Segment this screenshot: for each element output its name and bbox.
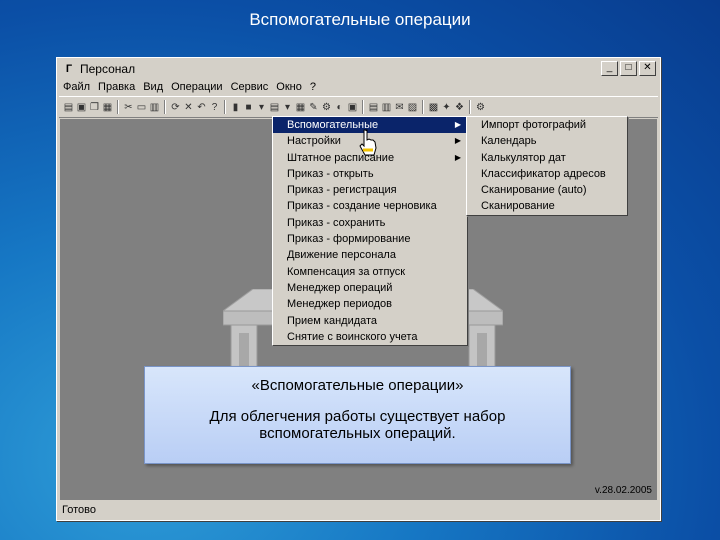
info-callout: «Вспомогательные операции» Для облегчени… [144, 366, 571, 464]
help-icon[interactable]: ? [209, 102, 220, 113]
title-bar[interactable]: Г Персонал _ □ ✕ [59, 60, 658, 78]
submenu-item-scan-auto[interactable]: Сканирование (auto) [467, 182, 627, 198]
toolbar-separator [469, 100, 471, 114]
menu-item-hire-candidate[interactable]: Прием кандидата [273, 313, 467, 329]
dropdown-icon[interactable]: ▾ [256, 102, 267, 113]
submenu-item-date-calculator[interactable]: Калькулятор дат [467, 150, 627, 166]
copy-icon[interactable]: ❐ [89, 102, 100, 113]
menu-item-periods-manager[interactable]: Менеджер периодов [273, 296, 467, 312]
submenu-item-photo-import[interactable]: Импорт фотографий [467, 117, 627, 133]
menu-item-order-save[interactable]: Приказ - сохранить [273, 215, 467, 231]
menu-item-order-form[interactable]: Приказ - формирование [273, 231, 467, 247]
menu-item-label: Настройки [287, 135, 341, 148]
tool-icon[interactable]: ▩ [428, 102, 439, 113]
close-button[interactable]: ✕ [639, 61, 656, 76]
status-bar: Готово [59, 502, 658, 518]
menu-item-vacation-compensation[interactable]: Компенсация за отпуск [273, 264, 467, 280]
paste-icon[interactable]: ▦ [102, 102, 113, 113]
info-body: Для облегчения работы существует набор в… [209, 408, 506, 442]
submenu-item-calendar[interactable]: Календарь [467, 133, 627, 149]
toolbar-separator [164, 100, 166, 114]
undo-icon[interactable]: ↶ [196, 102, 207, 113]
tool-icon[interactable]: ▦ [295, 102, 306, 113]
submenu-item-scan[interactable]: Сканирование [467, 198, 627, 214]
menu-help[interactable]: ? [306, 81, 320, 93]
tool-icon[interactable]: ■ [243, 102, 254, 113]
menu-window[interactable]: Окно [272, 81, 306, 93]
tool-icon[interactable]: ▨ [407, 102, 418, 113]
status-text: Готово [62, 504, 96, 516]
delete-icon[interactable]: ✕ [183, 102, 194, 113]
tool-icon[interactable]: ▣ [347, 102, 358, 113]
menu-item-operations-manager[interactable]: Менеджер операций [273, 280, 467, 296]
cut-icon[interactable]: ✂ [123, 102, 134, 113]
menu-view[interactable]: Вид [139, 81, 167, 93]
tool-icon[interactable]: ⚙ [321, 102, 332, 113]
window-controls: _ □ ✕ [601, 61, 656, 76]
tool-icon[interactable]: ❖ [454, 102, 465, 113]
toolbar-separator [422, 100, 424, 114]
toolbar-separator [362, 100, 364, 114]
toolbar-separator [117, 100, 119, 114]
submenu-item-address-classifier[interactable]: Классификатор адресов [467, 166, 627, 182]
version-label: v.28.02.2005 [594, 485, 652, 496]
menu-bar: Файл Правка Вид Операции Сервис Окно ? [59, 79, 658, 95]
tool-icon[interactable]: ▮ [230, 102, 241, 113]
minimize-button[interactable]: _ [601, 61, 618, 76]
app-icon: Г [65, 63, 73, 75]
paste-icon[interactable]: ▥ [149, 102, 160, 113]
slide-title: Вспомогательные операции [249, 10, 471, 29]
submenu-arrow-icon: ▶ [454, 152, 461, 162]
toolbar: ▤ ▣ ❐ ▦ ✂ ▭ ▥ ⟳ ✕ ↶ ? ▮ ■ ▾ ▤ ▾ ▦ ✎ ⚙ ◐ … [59, 96, 658, 118]
menu-edit[interactable]: Правка [94, 81, 139, 93]
menu-item-order-open[interactable]: Приказ - открыть [273, 166, 467, 182]
info-title: «Вспомогательные операции» [251, 377, 464, 394]
window-title: Персонал [80, 62, 136, 76]
maximize-button[interactable]: □ [620, 61, 637, 76]
dropdown-icon[interactable]: ▾ [282, 102, 293, 113]
refresh-icon[interactable]: ⟳ [170, 102, 181, 113]
menu-service[interactable]: Сервис [227, 81, 273, 93]
tool-icon[interactable]: ◐ [334, 102, 345, 113]
menu-file[interactable]: Файл [59, 81, 94, 93]
submenu-arrow-icon: ▶ [454, 136, 461, 146]
tool-icon[interactable]: ⚙ [475, 102, 486, 113]
tool-icon[interactable]: ▥ [381, 102, 392, 113]
submenu-arrow-icon: ▶ [454, 120, 461, 129]
tool-icon[interactable]: ✦ [441, 102, 452, 113]
tool-icon[interactable]: ✉ [394, 102, 405, 113]
print-icon[interactable]: ▤ [63, 102, 74, 113]
copy-icon[interactable]: ▭ [136, 102, 147, 113]
auxiliary-submenu: Импорт фотографий Календарь Калькулятор … [466, 116, 628, 216]
toolbar-separator [224, 100, 226, 114]
menu-item-order-register[interactable]: Приказ - регистрация [273, 182, 467, 198]
hand-cursor-icon [359, 129, 377, 156]
tool-icon[interactable]: ✎ [308, 102, 319, 113]
menu-item-military-deregister[interactable]: Снятие с воинского учета [273, 329, 467, 345]
menu-operations[interactable]: Операции [167, 81, 226, 93]
menu-item-order-draft[interactable]: Приказ - создание черновика [273, 198, 467, 214]
tool-icon[interactable]: ▤ [368, 102, 379, 113]
tool-icon[interactable]: ▤ [269, 102, 280, 113]
save-icon[interactable]: ▣ [76, 102, 87, 113]
menu-item-staff-movement[interactable]: Движение персонала [273, 247, 467, 263]
